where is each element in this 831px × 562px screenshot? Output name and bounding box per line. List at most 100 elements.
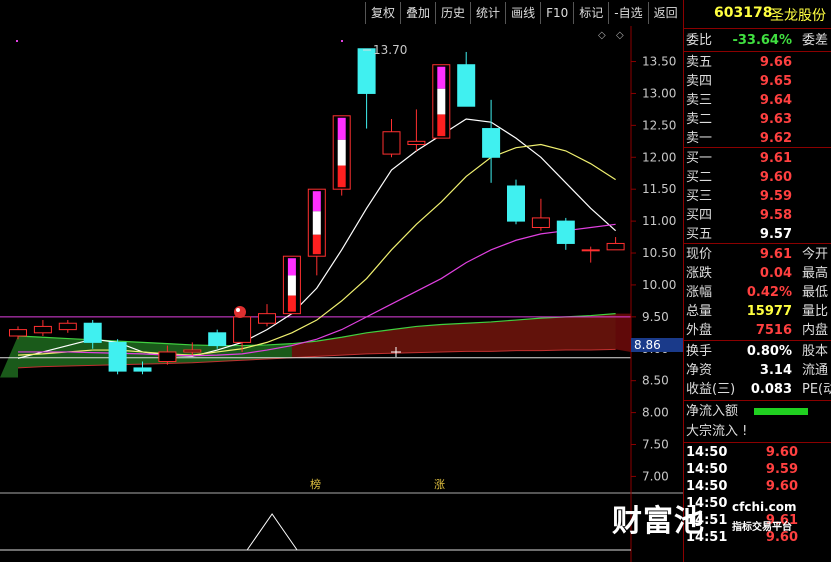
toolbar-button-biaoji[interactable]: 标记 bbox=[573, 2, 608, 24]
tick-row: 14:50 9.60 bbox=[684, 478, 831, 495]
stat-value: 0.04 bbox=[759, 266, 792, 281]
tick-time: 14:50 bbox=[686, 479, 728, 494]
kline-chart[interactable]: 13.50 13.00 12.50 12.00 11.50 11.00 10.50 10.00… bbox=[0, 26, 683, 562]
divider bbox=[684, 51, 831, 52]
diamond-icon[interactable]: ◇ bbox=[598, 30, 606, 41]
candle-fill-magenta bbox=[337, 117, 346, 140]
price-axis: 13.50 13.00 12.50 12.00 11.50 11.00 10.50 10.00… bbox=[631, 55, 676, 483]
event-ball-highlight bbox=[236, 308, 240, 312]
candle-body bbox=[158, 351, 177, 363]
stat-label: 涨幅 bbox=[686, 285, 713, 300]
candle-body bbox=[556, 220, 575, 244]
toolbar-button-zixuan[interactable]: -自选 bbox=[608, 2, 647, 24]
toolbar-button-lishi[interactable]: 历史 bbox=[435, 2, 470, 24]
divider bbox=[684, 28, 831, 29]
stat-label: 收益(三) bbox=[686, 382, 736, 397]
stat-extra-label: 最高 bbox=[802, 266, 829, 281]
candle-fill-red bbox=[437, 114, 446, 137]
stat-label: 涨跌 bbox=[686, 266, 713, 281]
price-axis-label: 10.50 bbox=[642, 246, 676, 260]
stat-row: 外盘 7516 内盘 bbox=[684, 321, 831, 340]
price-axis-label: 12.00 bbox=[642, 150, 676, 164]
candle-fill-magenta bbox=[312, 191, 321, 212]
stock-code: 603178 bbox=[714, 5, 773, 21]
stat-extra-label: 量比 bbox=[802, 304, 829, 319]
candle-fill-magenta bbox=[437, 66, 446, 89]
toolbar-button-tongji[interactable]: 统计 bbox=[470, 2, 505, 24]
divider bbox=[684, 400, 831, 401]
candle-fill-white bbox=[312, 211, 321, 235]
price-axis-label: 13.00 bbox=[642, 86, 676, 100]
price-axis-label: 7.50 bbox=[642, 438, 669, 452]
ask-label: 卖五 bbox=[686, 55, 713, 70]
quote-panel: 603178 圣龙股份 委比 -33.64% 委差 卖五 9.66 卖四 9.65 卖三… bbox=[683, 0, 831, 562]
candle-fill-red bbox=[337, 165, 346, 188]
watermark-brand: 财富池 bbox=[612, 504, 705, 539]
current-price-tag-text: 8.86 bbox=[634, 338, 661, 352]
marker-zhang: 涨 bbox=[434, 478, 445, 491]
candle-fill-white bbox=[287, 275, 296, 296]
stock-name: 圣龙股份 bbox=[770, 8, 826, 24]
tick-price: 9.60 bbox=[765, 479, 798, 494]
ask-value: 9.66 bbox=[759, 55, 792, 70]
tick-time: 14:50 bbox=[686, 462, 728, 477]
price-axis-label: 8.00 bbox=[642, 406, 669, 420]
toolbar-button-fuquan[interactable]: 复权 bbox=[365, 2, 400, 24]
stat-row: 总量 15977 量比 bbox=[684, 302, 831, 321]
stat-extra-label: 内盘 bbox=[802, 323, 829, 338]
divider bbox=[684, 147, 831, 148]
stat-extra-label: 今开 bbox=[802, 247, 829, 262]
toolbar-button-huaxian[interactable]: 画线 bbox=[505, 2, 540, 24]
candle-body bbox=[382, 131, 401, 155]
stat-value: 7516 bbox=[755, 323, 792, 338]
event-ball-icon bbox=[234, 306, 246, 318]
stat-label: 外盘 bbox=[686, 323, 713, 338]
tick-row: 14:50 9.59 bbox=[684, 461, 831, 478]
ask-label: 卖二 bbox=[686, 112, 713, 127]
candle-fill-red bbox=[287, 295, 296, 312]
candle-fill-magenta bbox=[287, 258, 296, 276]
stat-row: 净资 3.14 流通 bbox=[684, 361, 831, 380]
price-axis-label: 10.00 bbox=[642, 278, 676, 292]
tick-price: 9.59 bbox=[765, 462, 798, 477]
bid-value: 9.61 bbox=[759, 151, 792, 166]
toolbar-button-f10[interactable]: F10 bbox=[540, 2, 573, 24]
candle-body bbox=[108, 341, 127, 372]
tick-price: 9.60 bbox=[765, 445, 798, 460]
candle-body bbox=[407, 140, 426, 146]
ask-value: 9.63 bbox=[759, 112, 792, 127]
candle-fill-red bbox=[312, 234, 321, 255]
stat-label: 净资 bbox=[686, 363, 713, 378]
high-price-label: 13.70 bbox=[373, 43, 407, 57]
weicha-label: 委差 bbox=[802, 33, 829, 48]
bid-value: 9.57 bbox=[759, 227, 792, 242]
bid-value: 9.59 bbox=[759, 189, 792, 204]
ask-row: 卖三 9.64 bbox=[684, 91, 831, 110]
candle-fill-white bbox=[337, 139, 346, 166]
toolbar: 复权 叠加 历史 统计 画线 F10 标记 -自选 返回 bbox=[365, 2, 683, 24]
candle-body bbox=[233, 316, 252, 343]
candle-body bbox=[208, 332, 227, 347]
weibi-row: 委比 -33.64% 委差 bbox=[684, 31, 831, 50]
ask-label: 卖一 bbox=[686, 131, 713, 146]
bid-label: 买五 bbox=[686, 227, 713, 242]
toolbar-button-diejia[interactable]: 叠加 bbox=[400, 2, 435, 24]
net-inflow-label: 净流入额 bbox=[686, 404, 739, 419]
price-axis-label: 12.50 bbox=[642, 118, 676, 132]
stat-value: 0.80% bbox=[746, 344, 792, 359]
ask-row: 卖二 9.63 bbox=[684, 110, 831, 129]
expand-icon[interactable]: ◇ bbox=[616, 30, 624, 41]
tick-row: 14:50 9.60 bbox=[684, 444, 831, 461]
candle-fill-white bbox=[437, 88, 446, 115]
stat-row: 收益(三) 0.083 PE(动 bbox=[684, 380, 831, 399]
candle-body bbox=[507, 185, 525, 222]
toolbar-button-fanhui[interactable]: 返回 bbox=[647, 2, 683, 24]
price-axis-label: 7.00 bbox=[642, 469, 669, 483]
ask-label: 卖四 bbox=[686, 74, 713, 89]
stat-value: 15977 bbox=[746, 304, 792, 319]
candle-body bbox=[83, 322, 102, 343]
stock-title: 603178 圣龙股份 bbox=[684, 5, 831, 25]
ask-row: 卖五 9.66 bbox=[684, 53, 831, 72]
top-marker-dot bbox=[341, 40, 343, 42]
bid-label: 买二 bbox=[686, 170, 713, 185]
